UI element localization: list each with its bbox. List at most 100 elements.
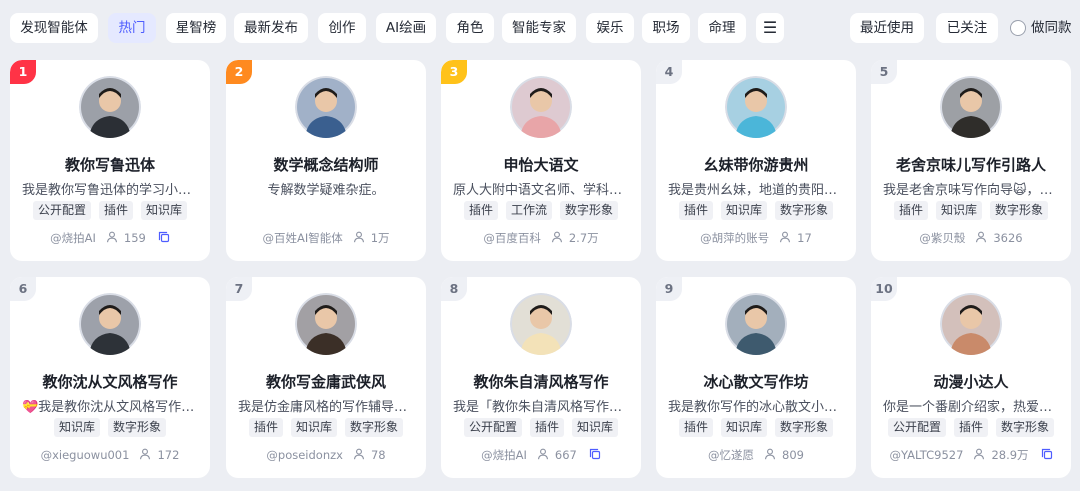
avatar[interactable]	[725, 293, 787, 355]
user-count: 3626	[993, 231, 1023, 245]
author-name[interactable]: @YALTC9527	[889, 448, 963, 462]
avatar[interactable]	[725, 76, 787, 138]
card-meta: @YALTC9527 28.9万	[871, 447, 1071, 463]
tag-list: 插件 知识库 数字形象	[230, 418, 422, 438]
author-name[interactable]: @百姓AI智能体	[262, 230, 342, 246]
agent-title[interactable]: 教你沈从文风格写作	[16, 371, 204, 392]
agent-card[interactable]: 5 老舍京味儿写作引路人我是老舍京味写作向导🙀，专门教你插件知识库数字形象 @紫贝殼…	[871, 60, 1071, 261]
copy-icon[interactable]	[1035, 448, 1053, 463]
agent-card[interactable]: 3 申怡大语文 原人大附中语文名师、学科带头人 插件 工作流 数字形象 @百度百科 2.7万	[441, 60, 641, 261]
card-meta: @胡萍的账号 17	[656, 230, 856, 246]
tab-creation[interactable]: 创作	[318, 13, 366, 43]
author-name[interactable]: @xieguowu001	[41, 448, 130, 462]
agent-description: 💝我是教你沈从文风格写作的小助手	[22, 400, 198, 415]
agent-title[interactable]: 教你朱自清风格写作	[447, 371, 635, 392]
agent-title[interactable]: 老舍京味儿写作引路人	[877, 154, 1065, 175]
card-meta: @xieguowu001 172	[10, 447, 210, 463]
agent-card[interactable]: 9 冰心散文写作坊 我是教你写作的冰心散文小助手 插件 知识库 数字形象 @忆遂愿 809	[656, 277, 856, 478]
tag: 插件	[248, 418, 283, 437]
author-name[interactable]: @紫贝殼	[919, 230, 965, 246]
user-count: 2.7万	[568, 231, 599, 245]
rank-badge: 2	[226, 60, 252, 84]
rank-badge: 9	[656, 277, 682, 301]
agent-title[interactable]: 教你写鲁迅体	[16, 154, 204, 175]
user-count-icon	[973, 448, 985, 463]
agent-card[interactable]: 10 动漫小达人你是一个番剧介绍家，热爱动漫番剧公开配置插件数字形象 @YALTC9…	[871, 277, 1071, 478]
tag-list: 插件 知识库 数字形象	[660, 201, 852, 221]
tag: 数字形象	[345, 418, 404, 437]
user-count-icon	[353, 231, 365, 246]
agent-card[interactable]: 8 教你朱自清风格写作 我是「教你朱自清风格写作」助手 公开配置 插件 知识库 @烧拍AI 6…	[441, 277, 641, 478]
tag: 公开配置	[463, 418, 522, 437]
avatar[interactable]	[940, 293, 1002, 355]
tag: 插件	[678, 418, 713, 437]
author-name[interactable]: @胡萍的账号	[700, 230, 769, 246]
tab-star-ranking[interactable]: 星智榜	[166, 13, 226, 43]
author-name[interactable]: @烧拍AI	[481, 447, 527, 463]
agent-title[interactable]: 申怡大语文	[447, 154, 635, 175]
tab-ai-painting[interactable]: AI绘画	[376, 13, 436, 43]
card-meta: @烧拍AI 159	[10, 230, 210, 246]
rank-badge: 4	[656, 60, 682, 84]
more-menu-icon[interactable]: ☰	[756, 13, 784, 43]
avatar[interactable]	[295, 76, 357, 138]
tab-hot[interactable]: 热门	[108, 13, 156, 43]
followed-button[interactable]: 已关注	[936, 13, 998, 43]
avatar[interactable]	[940, 76, 1002, 138]
tag: 数字形象	[996, 418, 1055, 437]
agent-card[interactable]: 7教你写金庸武侠风我是仿金庸风格的写作辅导员，教你插件知识库数字形象@posei…	[226, 277, 426, 478]
user-count: 17	[797, 231, 812, 245]
agent-title[interactable]: 动漫小达人	[877, 371, 1065, 392]
tab-expert[interactable]: 智能专家	[502, 13, 576, 43]
tab-fortune[interactable]: 命理	[698, 13, 746, 43]
tag-list: 插件 知识库 数字形象	[875, 201, 1067, 221]
agent-card[interactable]: 2 数学概念结构师 专解数学疑难杂症。 @百姓AI智能体 1万	[226, 60, 426, 261]
tag-list: 插件 工作流 数字形象	[445, 201, 637, 221]
agent-title[interactable]: 幺妹带你游贵州	[662, 154, 850, 175]
tab-newest[interactable]: 最新发布	[234, 13, 308, 43]
tag: 知识库	[290, 418, 337, 437]
agent-title[interactable]: 教你写金庸武侠风	[232, 371, 420, 392]
tag-list: 知识库 数字形象	[14, 418, 206, 438]
author-name[interactable]: @烧拍AI	[50, 230, 96, 246]
tag: 插件	[678, 201, 713, 220]
user-count-icon	[764, 448, 776, 463]
rank-badge: 7	[226, 277, 252, 301]
tag-list: 公开配置 插件 知识库	[445, 418, 637, 438]
radio-circle-icon[interactable]	[1010, 20, 1026, 36]
agent-description: 我是教你写作的冰心散文小助手	[668, 400, 844, 415]
rank-badge: 1	[10, 60, 36, 84]
tab-role[interactable]: 角色	[446, 13, 494, 43]
agent-card[interactable]: 4 幺妹带你游贵州 我是贵州幺妹，地道的贵阳妹儿 插件 知识库 数字形象 @胡萍的账号 17	[656, 60, 856, 261]
copy-icon[interactable]	[152, 231, 170, 246]
author-name[interactable]: @百度百科	[483, 230, 541, 246]
avatar[interactable]	[79, 293, 141, 355]
author-name[interactable]: @poseidonzx	[266, 448, 343, 462]
tag: 知识库	[53, 418, 100, 437]
avatar[interactable]	[79, 76, 141, 138]
agent-card[interactable]: 1 教你写鲁迅体 我是教你写鲁迅体的学习小助手 公开配置 插件 知识库 @烧拍AI 159	[10, 60, 210, 261]
author-name[interactable]: @忆遂愿	[708, 447, 754, 463]
same-style-toggle[interactable]: 做同款	[1010, 13, 1080, 43]
avatar[interactable]	[295, 293, 357, 355]
tab-discover[interactable]: 发现智能体	[10, 13, 98, 43]
tab-entertainment[interactable]: 娱乐	[586, 13, 634, 43]
avatar[interactable]	[510, 293, 572, 355]
copy-icon[interactable]	[583, 448, 601, 463]
tab-workplace[interactable]: 职场	[642, 13, 690, 43]
tag: 插件	[953, 418, 988, 437]
avatar[interactable]	[510, 76, 572, 138]
tag: 插件	[529, 418, 564, 437]
tag: 知识库	[935, 201, 982, 220]
tag: 公开配置	[887, 418, 946, 437]
card-meta: @烧拍AI 667	[441, 447, 641, 463]
tag: 插件	[463, 201, 498, 220]
agent-card[interactable]: 6 教你沈从文风格写作 💝我是教你沈从文风格写作的小助手知识库数字形象 @xieguo…	[10, 277, 210, 478]
tag: 数字形象	[108, 418, 167, 437]
recent-used-button[interactable]: 最近使用	[850, 13, 924, 43]
user-count-icon	[106, 231, 118, 246]
tag: 公开配置	[32, 201, 91, 220]
card-meta: @百姓AI智能体 1万	[226, 230, 426, 246]
agent-title[interactable]: 数学概念结构师	[232, 154, 420, 175]
agent-title[interactable]: 冰心散文写作坊	[662, 371, 850, 392]
